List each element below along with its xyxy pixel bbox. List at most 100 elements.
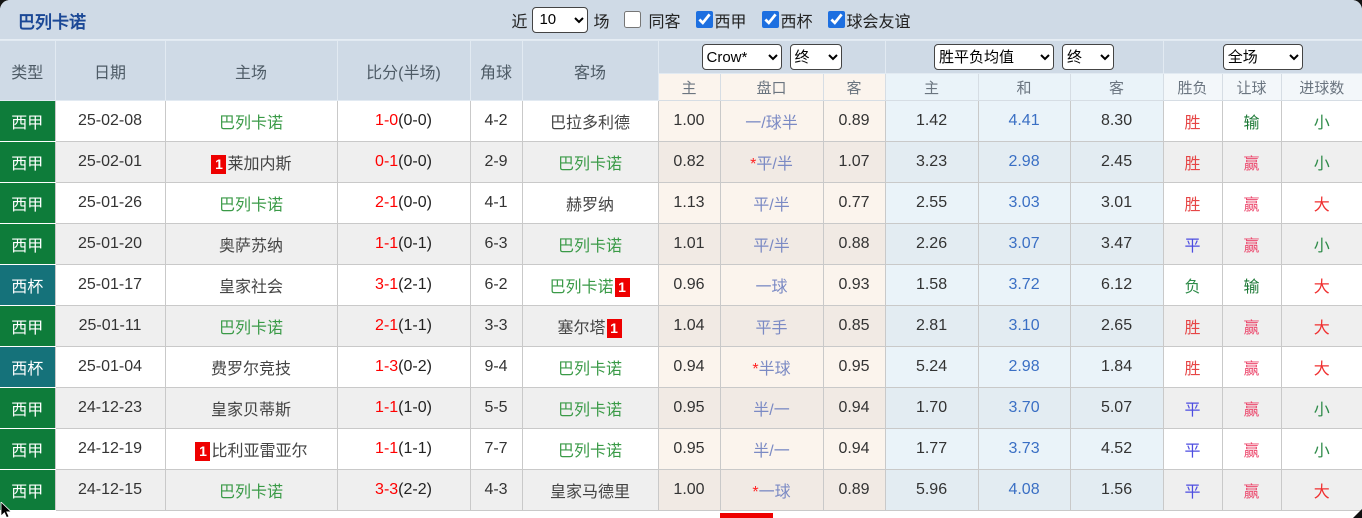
away-team-name: 巴列卡诺	[557, 156, 622, 173]
goals-result-cell: 大	[1280, 305, 1362, 347]
half-time-score: (1-1)	[398, 440, 432, 457]
asian-away-odds-cell: 0.77	[822, 182, 886, 224]
euro-home-odds-cell: 3.23	[884, 141, 979, 183]
topbar: 巴列卡诺 近 10 场 同客 西甲 西杯 球会友谊	[0, 0, 1362, 40]
match-history-panel: 巴列卡诺 近 10 场 同客 西甲 西杯 球会友谊 类型 日期 主场 比分(半场…	[0, 0, 1362, 518]
result-scope-selector: 全场	[1162, 40, 1362, 74]
asian-line-cell: *一球	[719, 469, 824, 511]
away-team-name: 赫罗纳	[565, 197, 614, 214]
handicap-line-text: 一/球半	[745, 115, 798, 132]
handicap-line-text: 平/半	[753, 197, 790, 214]
half-time-score: (0-2)	[398, 358, 432, 375]
full-time-score: 1-1	[375, 399, 399, 416]
handicap-result-cell: 赢	[1221, 223, 1282, 265]
same-away-checkbox[interactable]	[624, 11, 642, 28]
goals-result-cell: 大	[1280, 469, 1362, 511]
score-cell: 1-3(0-2)	[336, 346, 471, 388]
euro-home-odds-cell: 2.81	[884, 305, 979, 347]
team-title: 巴列卡诺	[18, 12, 86, 32]
euro-home-odds-cell: 2.55	[884, 182, 979, 224]
asian-away-odds-cell: 0.85	[822, 305, 886, 347]
red-card-badge: 1	[195, 442, 211, 462]
full-time-score: 1-0	[375, 112, 399, 129]
away-team-cell: 巴列卡诺	[521, 387, 659, 429]
asian-time-select[interactable]: 终	[789, 44, 842, 70]
matches-label: 场	[593, 13, 610, 31]
filter-cup: 西杯	[752, 8, 813, 32]
goals-result-cell: 大	[1280, 182, 1362, 224]
full-time-score: 2-1	[375, 194, 399, 211]
filter-friendly: 球会友谊	[818, 8, 911, 32]
full-time-score: 3-1	[375, 276, 399, 293]
euro-draw-odds-cell: 3.03	[977, 182, 1071, 224]
away-team-name: 巴列卡诺	[557, 402, 622, 419]
away-team-cell: 巴列卡诺	[521, 223, 659, 265]
full-time-score: 3-3	[375, 481, 399, 498]
subcol-goals: 进球数	[1280, 73, 1362, 101]
handicap-result-cell: 赢	[1221, 346, 1282, 388]
asian-line-cell: 一球	[719, 264, 824, 306]
subcol-asian-away: 客	[822, 73, 886, 101]
match-type-cell: 西甲	[0, 100, 56, 142]
match-type-cell: 西甲	[0, 428, 56, 470]
league-checkbox[interactable]	[695, 11, 713, 28]
euro-odds-selectors: 胜平负均值 终	[884, 40, 1164, 74]
euro-away-odds-cell: 1.84	[1069, 346, 1164, 388]
match-table: 类型 日期 主场 比分(半场) 角球 客场 Crow* 终 胜平负均值 终 全场…	[0, 40, 1362, 511]
red-card-badge: 1	[614, 278, 630, 298]
corners-cell: 4-3	[469, 469, 523, 511]
red-card-badge: 1	[211, 155, 227, 175]
euro-draw-odds-cell: 2.98	[977, 141, 1071, 183]
league-filter-label: 西甲	[714, 13, 747, 31]
away-team-cell: 巴列卡诺	[521, 428, 659, 470]
recent-count-select[interactable]: 10	[532, 6, 589, 33]
scope-select[interactable]: 全场	[1222, 44, 1303, 70]
table-row: 西甲 25-02-01 1 莱加内斯 0-1(0-0) 2-9 巴列卡诺 0.82 *平/半 1.…	[0, 141, 1362, 183]
score-cell: 2-1(0-0)	[336, 182, 471, 224]
goals-result-cell: 小	[1280, 428, 1362, 470]
euro-home-odds-cell: 1.58	[884, 264, 979, 306]
away-team-name: 巴列卡诺	[549, 278, 614, 296]
outcome-cell: 平	[1162, 387, 1223, 429]
asian-odds-selectors: Crow* 终	[657, 40, 886, 74]
home-team-cell: 巴列卡诺	[164, 305, 338, 347]
friendly-checkbox[interactable]	[827, 11, 845, 28]
outcome-cell: 负	[1162, 264, 1223, 306]
euro-draw-odds-cell: 2.98	[977, 346, 1071, 388]
bottom-scroll-indicator[interactable]	[720, 513, 773, 518]
subcol-euro-home: 主	[884, 73, 979, 101]
mouse-cursor-icon	[0, 502, 13, 518]
away-team-cell: 皇家马德里	[521, 469, 659, 511]
handicap-result-cell: 赢	[1221, 469, 1282, 511]
half-time-score: (0-0)	[398, 112, 432, 129]
match-date-cell: 25-01-04	[54, 346, 166, 388]
euro-odds-select[interactable]: 胜平负均值	[934, 44, 1055, 70]
filter-controls: 近 10 场 同客 西甲 西杯 球会友谊	[511, 6, 911, 33]
euro-away-odds-cell: 3.47	[1069, 223, 1164, 265]
corners-cell: 7-7	[469, 428, 523, 470]
asian-line-cell: 半/一	[719, 387, 824, 429]
cup-checkbox[interactable]	[761, 11, 779, 28]
corners-cell: 6-2	[469, 264, 523, 306]
away-team-cell: 巴列卡诺	[521, 141, 659, 183]
goals-result-cell: 大	[1280, 264, 1362, 306]
home-team-name: 巴列卡诺	[218, 115, 283, 132]
euro-draw-odds-cell: 3.07	[977, 223, 1071, 265]
bookmaker-select[interactable]: Crow*	[701, 44, 782, 70]
asian-line-cell: 平手	[719, 305, 824, 347]
asian-home-odds-cell: 0.82	[657, 141, 721, 183]
match-date-cell: 25-02-08	[54, 100, 166, 142]
same-away-label: 同客	[648, 13, 681, 31]
subcol-euro-draw: 和	[977, 73, 1071, 101]
home-team-name: 比利亚雷亚尔	[211, 442, 308, 460]
asian-home-odds-cell: 0.95	[657, 387, 721, 429]
asian-line-cell: 一/球半	[719, 100, 824, 142]
asian-home-odds-cell: 0.95	[657, 428, 721, 470]
euro-draw-odds-cell: 3.73	[977, 428, 1071, 470]
corners-cell: 3-3	[469, 305, 523, 347]
score-cell: 3-3(2-2)	[336, 469, 471, 511]
euro-time-select[interactable]: 终	[1062, 44, 1115, 70]
home-team-cell: 奥萨苏纳	[164, 223, 338, 265]
euro-away-odds-cell: 8.30	[1069, 100, 1164, 142]
recent-label: 近	[511, 13, 528, 31]
